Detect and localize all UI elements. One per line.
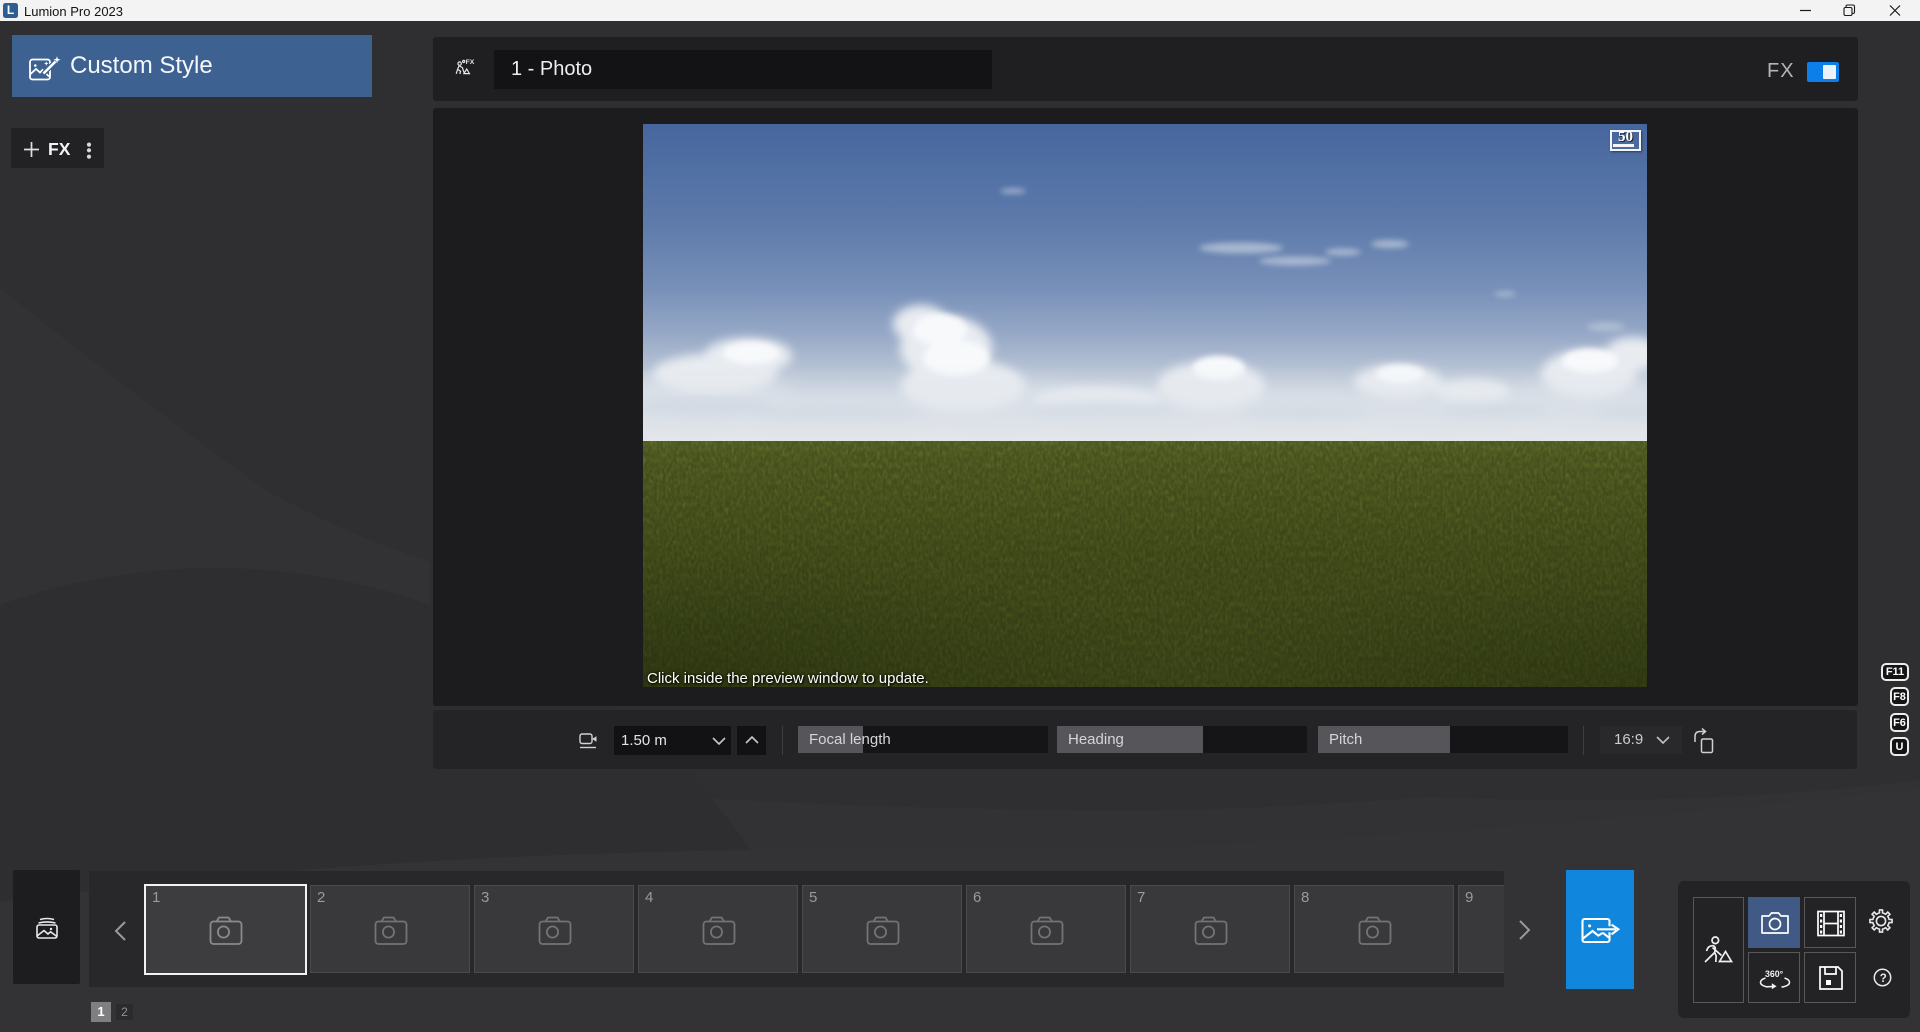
svg-text:FX: FX	[466, 59, 475, 66]
svg-text:360°: 360°	[1765, 969, 1784, 979]
svg-text:?: ?	[1880, 973, 1887, 985]
